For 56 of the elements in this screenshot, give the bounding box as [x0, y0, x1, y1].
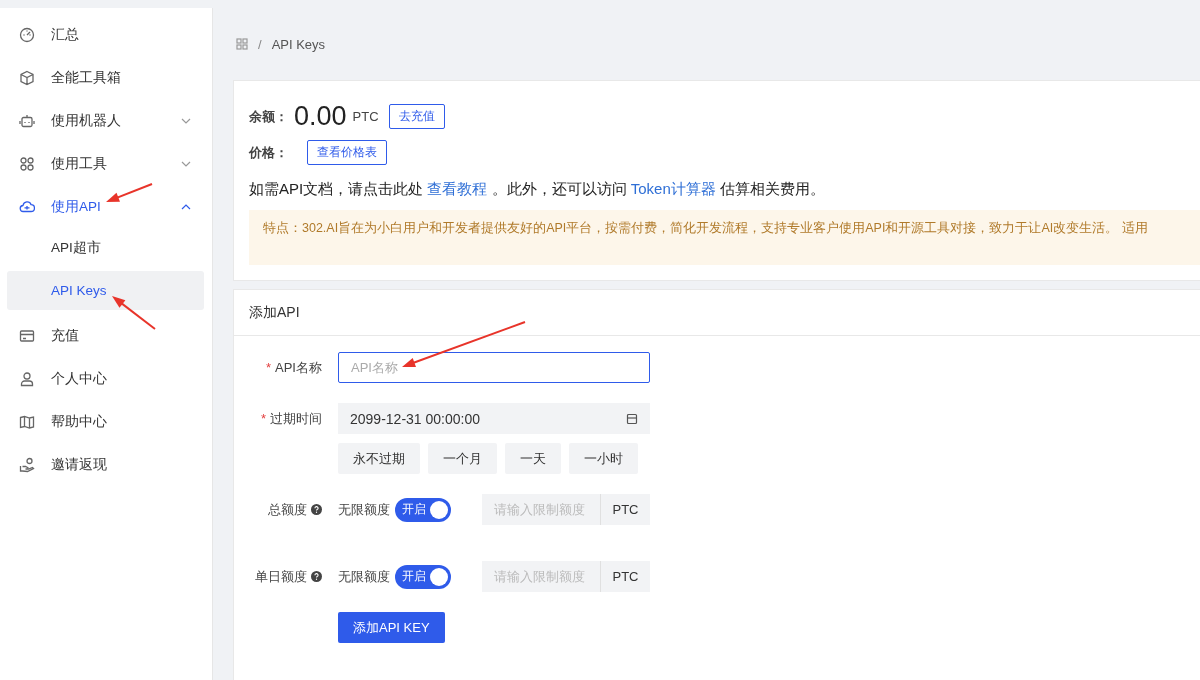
sidebar-item[interactable]: 全能工具箱: [0, 56, 212, 99]
sidebar-subitem[interactable]: API Keys: [7, 271, 204, 310]
sidebar-item[interactable]: 使用工具: [0, 142, 212, 185]
cube-icon: [19, 69, 35, 86]
help-icon[interactable]: [311, 504, 322, 515]
help-icon[interactable]: [311, 571, 322, 582]
grid-icon: [19, 155, 35, 172]
api-name-input[interactable]: API名称: [338, 352, 650, 383]
field-label: 过期时间: [270, 409, 322, 428]
required-mark: *: [265, 360, 272, 375]
doc-text: 如需API文档，请点击此处 查看教程 。此外，还可以访问 Token计算器 估算相关费用。: [249, 180, 826, 199]
toggle-label: 无限额度: [338, 500, 390, 519]
toggle-label: 无限额度: [338, 567, 390, 586]
toggle-switch[interactable]: 开启: [395, 564, 451, 589]
robot-icon: [19, 112, 35, 129]
cloud-icon: [19, 198, 35, 215]
card-icon: [19, 327, 35, 344]
sidebar-item[interactable]: 邀请返现: [0, 443, 212, 486]
toggle-switch[interactable]: 开启: [395, 497, 451, 522]
sidebar-item[interactable]: 充值: [0, 314, 212, 357]
price-label: 价格：: [249, 143, 289, 162]
sidebar-subitem[interactable]: API超市: [7, 228, 204, 267]
date-field[interactable]: 2099-12-31 00:00:00: [338, 403, 650, 434]
field-label: API名称: [275, 358, 322, 377]
field-label: 总额度: [268, 500, 307, 519]
doc-link[interactable]: Token计算器: [630, 180, 716, 197]
annotation-arrow: [106, 183, 153, 202]
breadcrumb-current: API Keys: [271, 36, 326, 52]
recharge-button[interactable]: 去充值: [388, 104, 445, 129]
notice-banner: 特点：302.AI旨在为小白用户和开发者提供友好的API平台，按需付费，简化开发流程，支持专业客户使用API和开源工具对接，致力于让AI改变生活。 适用: [249, 210, 1200, 265]
doc-link[interactable]: 查看教程: [427, 180, 488, 197]
price-table-button[interactable]: 查看价格表: [307, 140, 387, 165]
field-label: 单日额度: [255, 567, 307, 586]
balance-unit: PTC: [352, 109, 379, 124]
preset-button[interactable]: 一小时: [569, 443, 638, 474]
form-title: 添加API: [234, 290, 1200, 336]
balance-label: 余额：: [249, 107, 288, 126]
annotation-arrow: [112, 296, 156, 330]
unit-label: PTC: [600, 494, 650, 525]
unit-label: PTC: [600, 561, 650, 592]
calendar-icon[interactable]: [626, 412, 638, 425]
breadcrumb-separator: /: [258, 36, 262, 52]
add-key-button[interactable]: 添加API KEY: [338, 612, 445, 643]
hand-icon: [19, 456, 35, 473]
balance-amount: 0.00: [294, 101, 347, 132]
dashboard-icon: [19, 26, 35, 43]
sidebar-item[interactable]: 使用API: [0, 185, 212, 228]
sidebar-item[interactable]: 个人中心: [0, 357, 212, 400]
preset-button[interactable]: 一个月: [428, 443, 497, 474]
preset-button[interactable]: 永不过期: [338, 443, 420, 474]
sidebar-item[interactable]: 帮助中心: [0, 400, 212, 443]
required-mark: *: [260, 411, 266, 426]
user-icon: [19, 370, 35, 387]
sidebar-item[interactable]: 汇总: [0, 13, 212, 56]
preset-button[interactable]: 一天: [505, 443, 561, 474]
sidebar-item[interactable]: 使用机器人: [0, 99, 212, 142]
